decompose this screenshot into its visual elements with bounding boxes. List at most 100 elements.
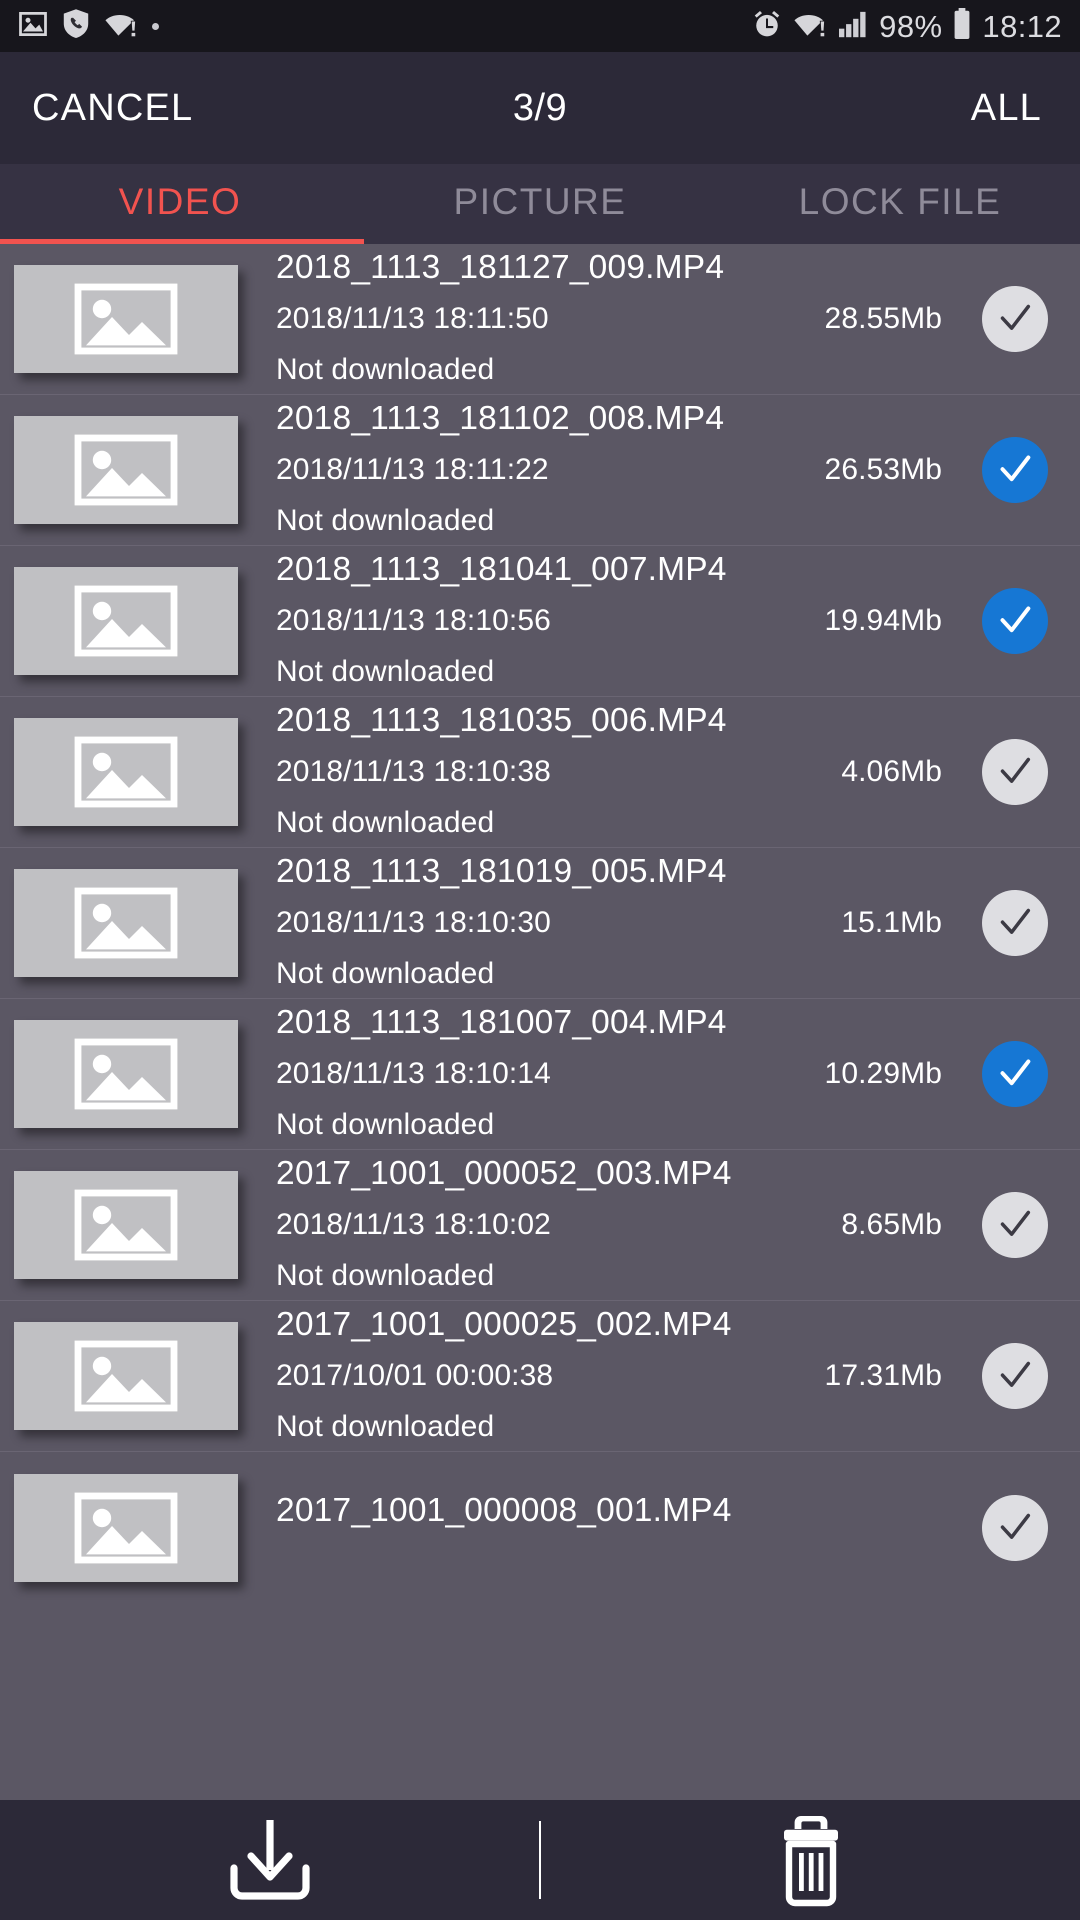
download-icon [222, 1816, 318, 1905]
file-meta: 2018_1113_181007_004.MP4 2018/11/13 18:10… [238, 1006, 978, 1142]
file-download-status: Not downloaded [276, 805, 495, 839]
file-size: 17.31Mb [824, 1358, 942, 1392]
file-download-status: Not downloaded [276, 352, 495, 386]
image-placeholder-icon [74, 434, 178, 506]
file-date: 2018/11/13 18:10:56 [276, 603, 551, 637]
delete-button[interactable] [541, 1800, 1080, 1920]
file-row[interactable]: 2018_1113_181041_007.MP4 2018/11/13 18:10… [0, 546, 1080, 697]
file-date: 2017/10/01 00:00:38 [276, 1358, 554, 1392]
check-icon [995, 299, 1035, 339]
file-meta: 2017_1001_000008_001.MP4 [238, 1494, 978, 1562]
check-icon [995, 450, 1035, 490]
dot-icon [152, 22, 159, 30]
file-row[interactable]: 2018_1113_181007_004.MP4 2018/11/13 18:10… [0, 999, 1080, 1150]
file-date-size-row: 2017/10/01 00:00:38 17.31Mb [276, 1359, 970, 1393]
file-meta: 2017_1001_000052_003.MP4 2018/11/13 18:10… [238, 1157, 978, 1293]
file-meta: 2017_1001_000025_002.MP4 2017/10/01 00:00… [238, 1308, 978, 1444]
checkbox-selected[interactable] [982, 588, 1048, 654]
checkbox-selected[interactable] [982, 1041, 1048, 1107]
file-row[interactable]: 2017_1001_000052_003.MP4 2018/11/13 18:10… [0, 1150, 1080, 1301]
file-meta: 2018_1113_181102_008.MP4 2018/11/13 18:11… [238, 402, 978, 538]
download-button[interactable] [0, 1800, 539, 1920]
file-date: 2018/11/13 18:10:14 [276, 1056, 551, 1090]
file-date-size-row: 2018/11/13 18:10:56 19.94Mb [276, 604, 970, 638]
file-thumbnail [14, 567, 238, 675]
file-row[interactable]: 2017_1001_000025_002.MP4 2017/10/01 00:00… [0, 1301, 1080, 1452]
file-name: 2018_1113_181007_004.MP4 [276, 1004, 727, 1042]
file-download-status: Not downloaded [276, 956, 495, 990]
file-date: 2018/11/13 18:10:38 [276, 754, 551, 788]
file-thumbnail [14, 1171, 238, 1279]
file-name: 2017_1001_000008_001.MP4 [276, 1491, 732, 1529]
file-row[interactable]: 2018_1113_181035_006.MP4 2018/11/13 18:10… [0, 697, 1080, 848]
file-date: 2018/11/13 18:10:30 [276, 905, 551, 939]
file-name: 2017_1001_000052_003.MP4 [276, 1155, 732, 1193]
file-name: 2017_1001_000025_002.MP4 [276, 1306, 732, 1344]
cancel-button[interactable]: CANCEL [0, 86, 199, 131]
select-all-button[interactable]: ALL [965, 86, 1080, 131]
image-placeholder-icon [74, 887, 178, 959]
file-date: 2018/11/13 18:10:02 [276, 1207, 551, 1241]
file-thumbnail [14, 416, 238, 524]
file-download-status: Not downloaded [276, 1107, 495, 1141]
file-download-status: Not downloaded [276, 1258, 495, 1292]
check-icon [995, 1508, 1035, 1548]
file-name: 2018_1113_181019_005.MP4 [276, 853, 727, 891]
checkbox-unselected[interactable] [982, 890, 1048, 956]
file-row[interactable]: 2018_1113_181102_008.MP4 2018/11/13 18:11… [0, 395, 1080, 546]
image-icon [18, 9, 48, 44]
file-name: 2018_1113_181127_009.MP4 [276, 249, 725, 287]
file-size: 28.55Mb [824, 301, 942, 335]
signal-icon [838, 10, 868, 43]
image-placeholder-icon [74, 736, 178, 808]
file-row[interactable]: 2017_1001_000008_001.MP4 [0, 1452, 1080, 1603]
check-icon [995, 752, 1035, 792]
image-placeholder-icon [74, 1189, 178, 1261]
file-date-size-row: 2018/11/13 18:11:22 26.53Mb [276, 453, 970, 487]
file-thumbnail [14, 265, 238, 373]
alarm-icon [752, 9, 782, 44]
file-date-size-row: 2018/11/13 18:10:02 8.65Mb [276, 1208, 970, 1242]
file-date: 2018/11/13 18:11:22 [276, 452, 549, 486]
tab-bar: VIDEO PICTURE LOCK FILE [0, 164, 1080, 244]
file-date-size-row: 2018/11/13 18:10:30 15.1Mb [276, 906, 970, 940]
status-bar: 98% 18:12 [0, 0, 1080, 52]
clock-label: 18:12 [982, 8, 1062, 44]
tab-lock-file[interactable]: LOCK FILE [720, 164, 1080, 244]
file-thumbnail [14, 1020, 238, 1128]
file-row[interactable]: 2018_1113_181127_009.MP4 2018/11/13 18:11… [0, 244, 1080, 395]
tab-video[interactable]: VIDEO [0, 164, 360, 244]
file-list[interactable]: 2018_1113_181127_009.MP4 2018/11/13 18:11… [0, 244, 1080, 1800]
image-placeholder-icon [74, 1340, 178, 1412]
check-icon [995, 903, 1035, 943]
file-name: 2018_1113_181041_007.MP4 [276, 551, 727, 589]
file-thumbnail [14, 1322, 238, 1430]
checkbox-unselected[interactable] [982, 739, 1048, 805]
tab-picture[interactable]: PICTURE [360, 164, 720, 244]
battery-percent-label: 98% [879, 8, 943, 44]
file-thumbnail [14, 869, 238, 977]
action-bar: CANCEL 3/9 ALL [0, 52, 1080, 164]
image-placeholder-icon [74, 585, 178, 657]
checkbox-unselected[interactable] [982, 1192, 1048, 1258]
wifi-alert-icon [104, 10, 138, 43]
file-date-size-row: 2018/11/13 18:10:38 4.06Mb [276, 755, 970, 789]
checkbox-unselected[interactable] [982, 1494, 1048, 1561]
file-thumbnail [14, 1473, 238, 1582]
phone-screen: 98% 18:12 CANCEL 3/9 ALL VIDEO PICTURE L… [0, 0, 1080, 1920]
file-meta: 2018_1113_181041_007.MP4 2018/11/13 18:10… [238, 553, 978, 689]
status-bar-right-icons: 98% 18:12 [752, 8, 1062, 44]
checkbox-unselected[interactable] [982, 286, 1048, 352]
file-size: 15.1Mb [841, 905, 942, 939]
file-meta: 2018_1113_181127_009.MP4 2018/11/13 18:11… [238, 251, 978, 387]
check-icon [995, 1054, 1035, 1094]
checkbox-selected[interactable] [982, 437, 1048, 503]
check-icon [995, 1205, 1035, 1245]
checkbox-unselected[interactable] [982, 1343, 1048, 1409]
file-meta: 2018_1113_181035_006.MP4 2018/11/13 18:10… [238, 704, 978, 840]
file-meta: 2018_1113_181019_005.MP4 2018/11/13 18:10… [238, 855, 978, 991]
file-row[interactable]: 2018_1113_181019_005.MP4 2018/11/13 18:10… [0, 848, 1080, 999]
status-bar-left-icons [18, 8, 159, 44]
file-download-status: Not downloaded [276, 654, 495, 688]
file-download-status: Not downloaded [276, 1409, 495, 1443]
